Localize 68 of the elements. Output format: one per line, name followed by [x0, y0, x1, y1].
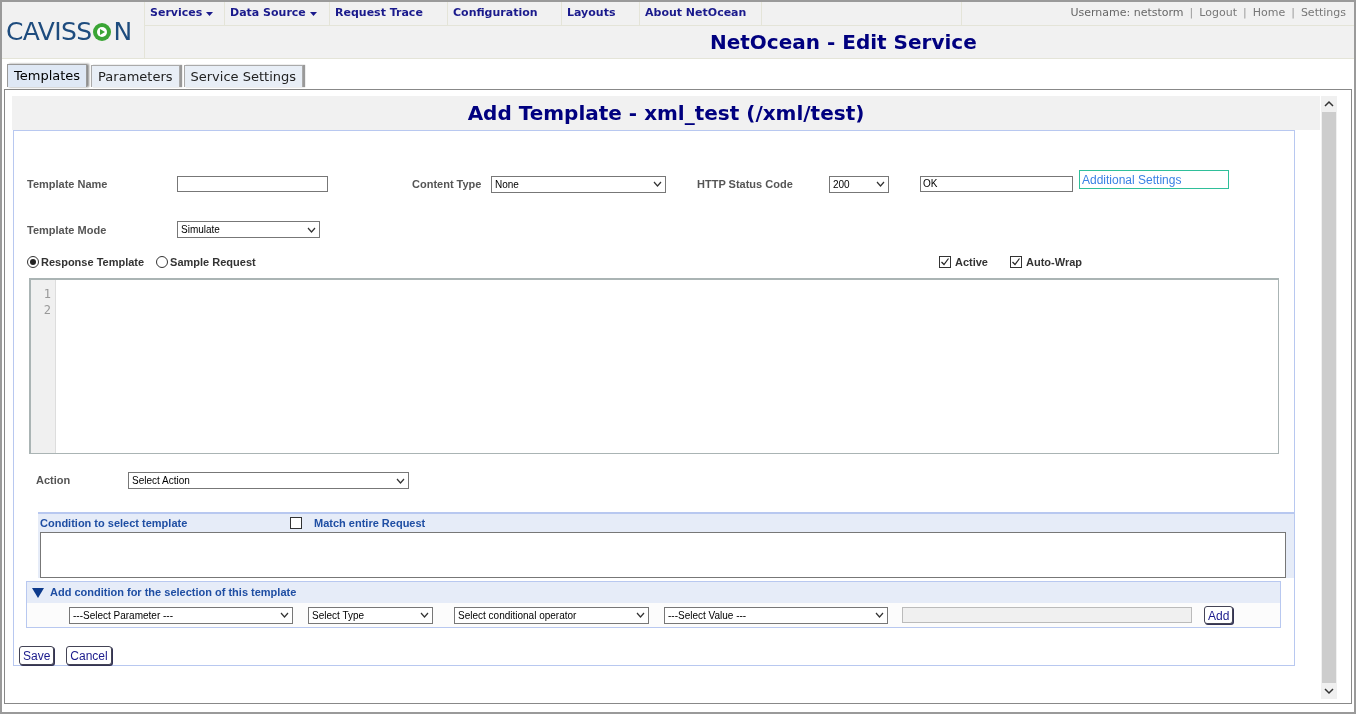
dropdown[interactable]: ---Select Parameter --- [69, 606, 293, 624]
check-icon [939, 257, 950, 268]
checkbox[interactable] [1010, 256, 1022, 269]
tab[interactable]: Service Settings [183, 65, 303, 87]
line-number: 1 [43, 285, 51, 302]
dropdown-caret-icon [309, 11, 317, 16]
chevron-down-icon [875, 612, 884, 619]
scrollbar-thumb[interactable] [1322, 112, 1336, 683]
nav-menu-item[interactable]: Configuration [448, 2, 562, 25]
nav-menu-item[interactable]: Request Trace [330, 2, 448, 25]
form-button[interactable]: Save [19, 645, 55, 665]
scrollbar[interactable] [1321, 96, 1337, 699]
nav-menu-item[interactable]: About NetOcean [640, 2, 762, 25]
separator-text: | [1189, 5, 1194, 22]
chevron-down-icon [396, 477, 405, 484]
chevron-down-icon [307, 226, 316, 233]
condition-text-area[interactable] [40, 531, 1286, 578]
checkbox-label: Match entire Request [314, 515, 426, 531]
header-link[interactable]: Settings [1300, 5, 1346, 22]
additional-settings-button[interactable]: Additional Settings [1079, 170, 1229, 190]
field-label: Action [36, 473, 72, 489]
separator-text: | [1242, 5, 1247, 22]
add-button[interactable]: Add [1204, 606, 1234, 625]
template-name-field[interactable] [177, 176, 328, 193]
scroll-down-icon[interactable] [1324, 687, 1334, 695]
add-condition-title: Add condition for the selection of this template [50, 585, 297, 601]
form-button[interactable]: Cancel [66, 645, 112, 665]
page-title: NetOcean - Edit Service [710, 29, 977, 56]
dropdown-caret-icon [206, 11, 214, 16]
chevron-down-icon [653, 181, 662, 188]
line-number: 2 [43, 301, 51, 318]
separator-text: | [1291, 5, 1295, 22]
chevron-down-icon [280, 612, 289, 619]
radio-option[interactable]: Response Template [27, 254, 145, 271]
nav-menu-item[interactable]: Data Source [225, 2, 330, 25]
status-text-field[interactable]: OK [920, 176, 1073, 193]
chevron-down-icon [876, 181, 885, 188]
dropdown[interactable]: None [491, 175, 666, 193]
company-logo: CAVISS N [2, 2, 145, 58]
form-title: Add Template - xml_test (/xml/test) [467, 100, 865, 127]
check-icon [1011, 257, 1021, 268]
dropdown[interactable]: ---Select Value --- [664, 606, 888, 624]
dropdown[interactable]: Select Action [128, 472, 409, 490]
field-label: Template Mode [27, 222, 108, 238]
field-label: Template Name [27, 177, 109, 192]
checkbox[interactable] [290, 516, 302, 529]
dropdown[interactable]: 200 [829, 175, 889, 193]
tab[interactable]: Parameters [91, 65, 180, 87]
nav-menu-item[interactable]: Services [145, 2, 225, 25]
dropdown[interactable]: Select Type [308, 606, 433, 624]
chevron-down-icon [636, 612, 645, 619]
checkbox-option[interactable]: Active [938, 254, 988, 271]
checkbox[interactable] [938, 256, 951, 269]
field-label: Content Type [412, 177, 483, 192]
header-link[interactable]: Logout [1199, 5, 1237, 22]
radio-option[interactable]: Sample Request [156, 254, 256, 271]
chevron-down-icon [420, 612, 429, 619]
scroll-up-icon[interactable] [1324, 100, 1334, 108]
field-label: HTTP Status Code [697, 177, 794, 192]
condition-title: Condition to select template [40, 515, 189, 531]
checkbox-option[interactable]: Auto-Wrap [1010, 254, 1082, 271]
header-link[interactable]: Home [1252, 5, 1286, 22]
nav-menu-item[interactable]: Layouts [562, 2, 640, 25]
username-text: Username: netstorm [1070, 5, 1184, 22]
dropdown[interactable]: Simulate [177, 221, 320, 239]
tab[interactable]: Templates [7, 64, 88, 87]
collapse-triangle-icon[interactable] [31, 586, 45, 599]
dropdown[interactable]: Select conditional operator [454, 606, 649, 624]
